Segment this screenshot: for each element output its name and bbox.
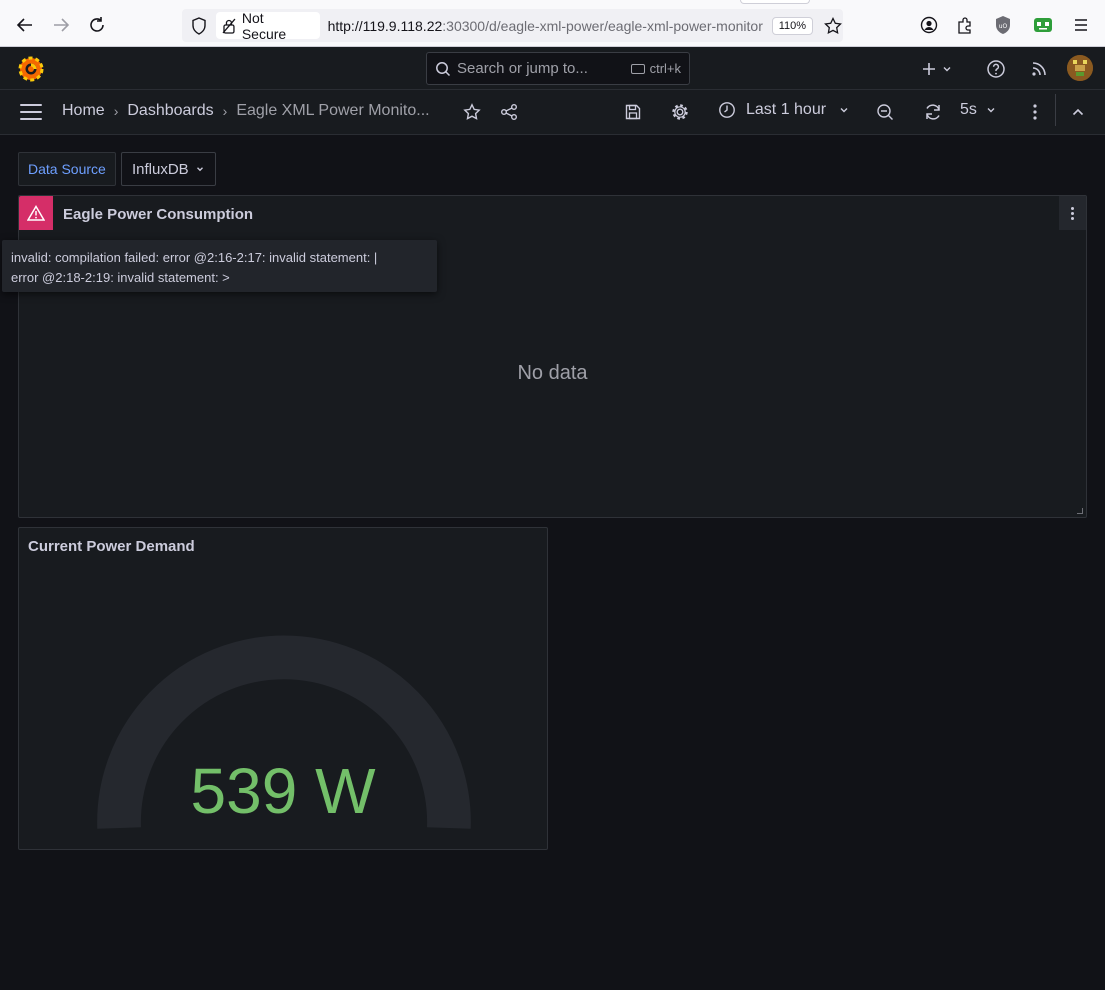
chevron-down-icon [943, 67, 951, 72]
panel-title[interactable]: Eagle Power Consumption [63, 206, 253, 223]
star-dashboard-button[interactable] [461, 101, 483, 123]
panel-error-indicator[interactable] [19, 196, 53, 230]
reload-button[interactable] [84, 12, 110, 38]
back-icon [16, 18, 32, 32]
zoom-out-icon [877, 104, 893, 120]
star-icon [463, 103, 481, 120]
search-placeholder: Search or jump to... [457, 60, 588, 77]
shield-icon[interactable] [188, 15, 210, 37]
error-message-line-1: invalid: compilation failed: error @2:16… [11, 250, 378, 265]
reload-icon [90, 17, 104, 32]
bookmark-star-icon[interactable] [823, 16, 843, 36]
url-path: :30300/d/eagle-xml-power/eagle-xml-power… [442, 17, 763, 34]
save-dashboard-button[interactable] [622, 101, 644, 123]
svg-text:uO: uO [999, 23, 1008, 30]
news-button[interactable] [1030, 57, 1048, 81]
rss-icon [1032, 62, 1046, 76]
datasource-variable-value: InfluxDB [132, 160, 189, 178]
menu-icon[interactable] [1070, 14, 1092, 36]
refresh-icon [926, 104, 940, 120]
dashboard-settings-button[interactable] [669, 101, 691, 123]
dashboard-navbar: Home › Dashboards › Eagle XML Power Moni… [0, 90, 1105, 135]
breadcrumb-current-dashboard: Eagle XML Power Monito... [236, 102, 430, 119]
grafana-logo-icon[interactable] [17, 55, 45, 83]
share-icon [501, 104, 517, 120]
power-demand-panel: Current Power Demand 539 W [18, 527, 548, 850]
chevron-up-icon [1072, 108, 1084, 116]
chevron-down-icon [840, 108, 848, 113]
chevron-down-icon [987, 108, 995, 113]
refresh-button[interactable] [922, 101, 944, 123]
keyboard-icon [630, 63, 645, 74]
refresh-interval-picker[interactable]: 5s [960, 101, 997, 119]
vertical-dots-icon [1033, 104, 1037, 120]
search-shortcut: ctrl+k [630, 61, 681, 76]
menu-toggle-button[interactable] [20, 104, 42, 120]
security-label: Not Secure [241, 9, 287, 42]
gauge-value: 539 W [190, 755, 376, 827]
zoom-indicator[interactable]: 110% [771, 16, 814, 35]
time-range-label: Last 1 hour [746, 101, 827, 118]
error-message-line-2: error @2:18-2:19: invalid statement: > [11, 270, 230, 285]
account-icon[interactable] [918, 14, 940, 36]
tab-edge [740, 0, 810, 4]
warning-triangle-icon [27, 205, 45, 221]
collapse-navbar-button[interactable] [1067, 101, 1089, 123]
lock-icon [222, 18, 236, 34]
chevron-right-icon: › [222, 103, 228, 119]
address-bar[interactable]: Not Secure http://119.9.118.22:30300/d/e… [182, 9, 843, 42]
refresh-interval-label: 5s [960, 101, 977, 118]
save-icon [625, 104, 641, 120]
extensions-icon[interactable] [954, 14, 976, 36]
forward-icon [54, 18, 70, 32]
grafana-topbar: Search or jump to... ctrl+k [0, 47, 1105, 90]
forward-button[interactable] [48, 12, 74, 38]
help-icon [987, 60, 1005, 78]
navbar-divider [1055, 94, 1056, 126]
zoom-out-time-button[interactable] [874, 101, 896, 123]
chevron-down-icon [196, 167, 203, 172]
ublock-icon[interactable]: uO [992, 14, 1014, 36]
help-button[interactable] [986, 57, 1006, 81]
user-avatar[interactable] [1067, 55, 1093, 81]
more-actions-button[interactable] [1024, 101, 1046, 123]
gear-icon [672, 104, 688, 120]
panel-resize-handle[interactable] [1077, 508, 1083, 514]
breadcrumb-dashboards[interactable]: Dashboards [127, 102, 213, 120]
browser-toolbar: Not Secure http://119.9.118.22:30300/d/e… [0, 0, 1105, 47]
search-icon [436, 61, 451, 76]
no-data-message: No data [517, 362, 588, 384]
variable-label: Data Source [18, 152, 116, 186]
extension-robot-icon[interactable] [1032, 14, 1054, 36]
breadcrumb: Home › Dashboards › Eagle XML Power Moni… [62, 102, 430, 120]
clock-icon [719, 102, 735, 118]
search-input[interactable]: Search or jump to... ctrl+k [426, 52, 690, 85]
plus-icon [923, 63, 935, 75]
datasource-variable-select[interactable]: InfluxDB [121, 152, 216, 186]
new-dropdown-button[interactable] [921, 57, 953, 81]
time-range-picker[interactable]: Last 1 hour [718, 101, 850, 119]
breadcrumb-home[interactable]: Home [62, 102, 105, 120]
panel-menu-button[interactable] [1059, 196, 1086, 230]
back-button[interactable] [12, 12, 38, 38]
chevron-right-icon: › [113, 103, 119, 119]
url-host: http://119.9.118.22 [327, 17, 443, 34]
url-text[interactable]: http://119.9.118.22:30300/d/eagle-xml-po… [328, 18, 764, 34]
error-tooltip: invalid: compilation failed: error @2:16… [2, 240, 437, 292]
share-dashboard-button[interactable] [498, 101, 520, 123]
security-indicator[interactable]: Not Secure [215, 9, 320, 42]
